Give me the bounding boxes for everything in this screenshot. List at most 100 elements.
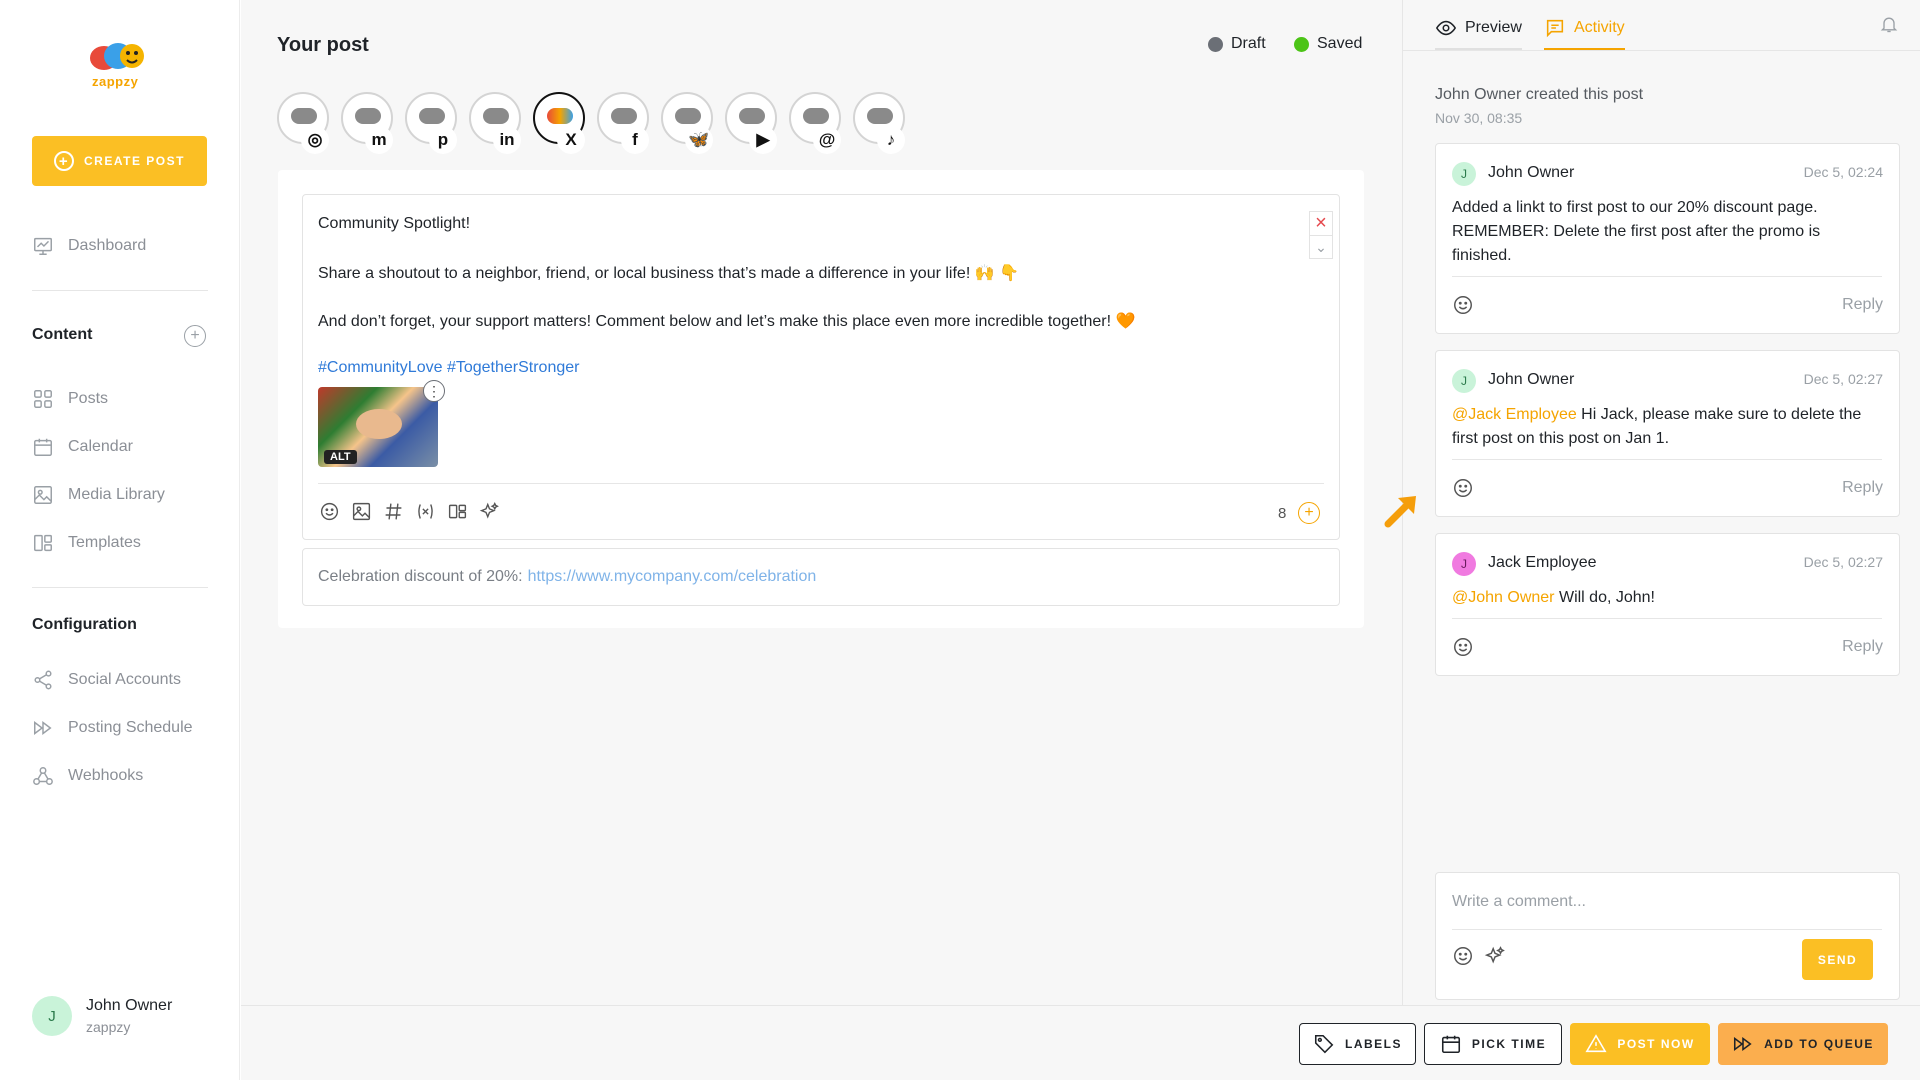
first-comment-link[interactable]: https://www.mycompany.com/celebration bbox=[528, 568, 817, 586]
add-variant-icon[interactable]: + bbox=[1298, 502, 1320, 524]
status-saved: Saved bbox=[1294, 35, 1362, 53]
emoji-icon[interactable] bbox=[318, 500, 340, 522]
chevron-down-icon[interactable]: ⌄ bbox=[1309, 235, 1333, 259]
sidebar-item-posting-schedule[interactable]: Posting Schedule bbox=[32, 713, 212, 743]
hashtag-icon[interactable] bbox=[382, 500, 404, 522]
create-post-label: CREATE POST bbox=[84, 154, 185, 168]
remove-variant-icon[interactable]: × bbox=[1309, 211, 1333, 235]
editor-toolbar bbox=[318, 500, 500, 522]
sidebar-item-posts[interactable]: Posts bbox=[32, 384, 212, 414]
tab-activity[interactable]: Activity bbox=[1544, 16, 1625, 50]
comment-mention[interactable]: @John Owner bbox=[1452, 589, 1555, 606]
tab-preview[interactable]: Preview bbox=[1435, 16, 1522, 50]
account-avatar-icon bbox=[611, 108, 637, 124]
channel-youtube[interactable]: ▶ bbox=[725, 92, 777, 154]
emoji-reaction-icon[interactable] bbox=[1452, 477, 1474, 499]
linkedin-icon: in bbox=[493, 126, 521, 154]
pick-time-button[interactable]: PICK TIME bbox=[1424, 1023, 1562, 1065]
add-content-icon[interactable]: + bbox=[184, 325, 206, 347]
post-now-button[interactable]: POST NOW bbox=[1570, 1023, 1710, 1065]
comment-divider bbox=[1452, 276, 1882, 277]
alt-text-badge[interactable]: ALT bbox=[324, 450, 357, 464]
channel-threads[interactable]: @ bbox=[789, 92, 841, 154]
sidebar-item-calendar[interactable]: Calendar bbox=[32, 432, 212, 462]
account-avatar-icon bbox=[739, 108, 765, 124]
user-info: John Owner zappzy bbox=[86, 997, 172, 1035]
reply-button[interactable]: Reply bbox=[1842, 638, 1883, 656]
channel-tiktok[interactable]: ♪ bbox=[853, 92, 905, 154]
channel-x[interactable]: X bbox=[533, 92, 585, 154]
comment-mention[interactable]: @Jack Employee bbox=[1452, 406, 1577, 423]
ai-sparkle-icon[interactable] bbox=[478, 500, 500, 522]
mastodon-icon: m bbox=[365, 126, 393, 154]
zappzy-logo[interactable]: zappzy bbox=[84, 38, 156, 90]
post-hashtags[interactable]: #CommunityLove #TogetherStronger bbox=[318, 359, 579, 377]
create-post-button[interactable]: + CREATE POST bbox=[32, 136, 207, 186]
post-text-editor[interactable]: Community Spotlight! Share a shoutout to… bbox=[302, 194, 1340, 540]
user-name: John Owner bbox=[86, 997, 173, 1014]
sidebar-item-label: Media Library bbox=[68, 486, 165, 503]
image-upload-icon[interactable] bbox=[350, 500, 372, 522]
calendar-icon bbox=[34, 438, 52, 456]
user-profile[interactable]: J John Owner zappzy bbox=[32, 996, 172, 1036]
channel-instagram[interactable]: ◎ bbox=[277, 92, 329, 154]
sidebar-item-templates[interactable]: Templates bbox=[32, 528, 212, 558]
sidebar: zappzy + CREATE POST Dashboard Content +… bbox=[0, 0, 240, 1080]
comment-body: Added a linkt to first post to our 20% d… bbox=[1452, 199, 1821, 264]
sidebar-item-social-accounts[interactable]: Social Accounts bbox=[32, 665, 212, 695]
emoji-icon[interactable] bbox=[1452, 945, 1474, 972]
account-avatar-icon bbox=[291, 108, 317, 124]
youtube-icon: ▶ bbox=[749, 126, 777, 154]
user-avatar: J bbox=[32, 996, 72, 1036]
warning-icon bbox=[1585, 1034, 1607, 1053]
account-avatar-icon bbox=[355, 108, 381, 124]
comment-author: John Owner bbox=[1488, 371, 1575, 388]
page-title: Your post bbox=[277, 34, 369, 56]
channel-mastodon[interactable]: m bbox=[341, 92, 393, 154]
sidebar-item-webhooks[interactable]: Webhooks bbox=[32, 761, 212, 791]
image-menu-icon[interactable]: ⋮ bbox=[423, 380, 445, 402]
reply-button[interactable]: Reply bbox=[1842, 479, 1883, 497]
comment-author: John Owner bbox=[1488, 164, 1575, 181]
post-line: And don’t forget, your support matters! … bbox=[318, 313, 1136, 330]
comment-card: J John Owner Dec 5, 02:27 @Jack Employee… bbox=[1435, 350, 1900, 517]
reply-button[interactable]: Reply bbox=[1842, 296, 1883, 314]
sidebar-item-media-library[interactable]: Media Library bbox=[32, 480, 212, 510]
share-icon bbox=[34, 670, 52, 690]
channel-facebook[interactable]: f bbox=[597, 92, 649, 154]
post-image-thumbnail[interactable]: ALT bbox=[318, 387, 438, 467]
add-to-queue-button[interactable]: ADD TO QUEUE bbox=[1718, 1023, 1888, 1065]
sidebar-item-label: Posting Schedule bbox=[68, 719, 193, 736]
pick-time-label: PICK TIME bbox=[1471, 1037, 1547, 1051]
sidebar-item-label: Posts bbox=[68, 390, 109, 407]
emoji-reaction-icon[interactable] bbox=[1452, 636, 1474, 658]
sidebar-item-dashboard[interactable]: Dashboard bbox=[32, 231, 212, 261]
first-comment-text: Celebration discount of 20%: bbox=[318, 568, 523, 585]
grid-icon bbox=[34, 390, 52, 408]
labels-button[interactable]: LABELS bbox=[1299, 1023, 1416, 1065]
emoji-reaction-icon[interactable] bbox=[1452, 294, 1474, 316]
instagram-icon: ◎ bbox=[301, 126, 329, 154]
channel-linkedin[interactable]: in bbox=[469, 92, 521, 154]
comment-composer: SEND bbox=[1435, 872, 1900, 1000]
logo-wordmark: zappzy bbox=[92, 74, 139, 89]
variable-icon[interactable] bbox=[414, 500, 436, 522]
tab-activity-label: Activity bbox=[1574, 19, 1625, 36]
saved-dot-icon bbox=[1294, 36, 1309, 52]
channel-pinterest[interactable]: p bbox=[405, 92, 457, 154]
comment-input[interactable] bbox=[1452, 893, 1882, 911]
comment-avatar: J bbox=[1452, 552, 1476, 576]
user-org: zappzy bbox=[86, 1019, 131, 1035]
status-draft-label: Draft bbox=[1231, 35, 1266, 52]
first-comment-field[interactable]: Celebration discount of 20%: https://www… bbox=[302, 548, 1340, 606]
bell-icon[interactable] bbox=[1879, 14, 1899, 39]
comment-text: @John Owner Will do, John! bbox=[1452, 586, 1882, 610]
sidebar-item-label: Social Accounts bbox=[68, 671, 181, 688]
sidebar-item-label: Templates bbox=[68, 534, 141, 551]
channel-bluesky[interactable]: 🦋 bbox=[661, 92, 713, 154]
ai-sparkle-icon[interactable] bbox=[1484, 945, 1506, 972]
template-icon[interactable] bbox=[446, 500, 468, 522]
templates-icon bbox=[34, 534, 52, 552]
account-avatar-icon bbox=[547, 108, 573, 124]
send-button[interactable]: SEND bbox=[1802, 939, 1873, 980]
